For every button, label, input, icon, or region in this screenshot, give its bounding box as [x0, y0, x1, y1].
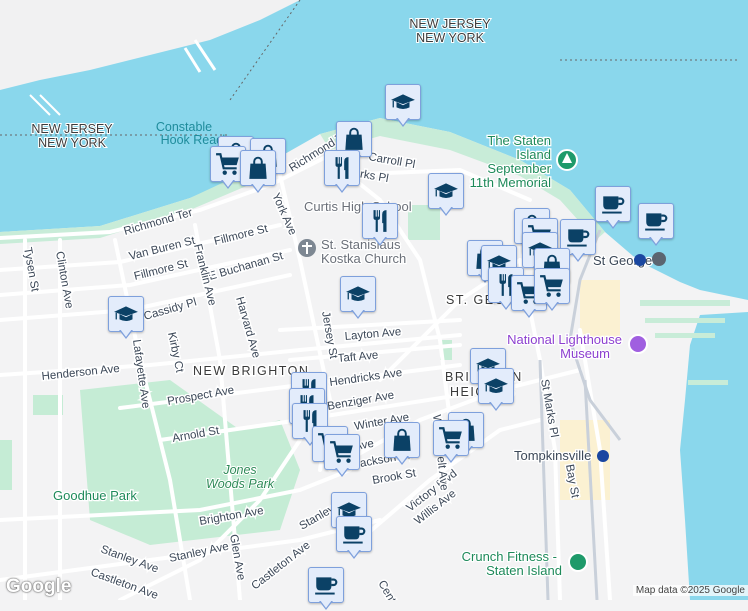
transit-icon [597, 450, 609, 462]
museum-icon [628, 334, 648, 354]
marker-pointer [319, 600, 333, 610]
svg-text:The Staten: The Staten [487, 133, 551, 148]
svg-text:Crunch Fitness -: Crunch Fitness - [462, 549, 557, 564]
jones-woods-park-label-2: Woods Park [206, 477, 275, 491]
restaurant-icon [362, 203, 398, 239]
gym-pin-icon [568, 552, 588, 572]
marker-pointer [545, 301, 559, 311]
state-label-ny-left: NEW YORK [38, 136, 106, 150]
marker-pointer [444, 453, 458, 463]
grocery-marker[interactable] [433, 420, 469, 464]
state-label-ny: NEW YORK [416, 31, 484, 45]
school-icon [428, 173, 464, 209]
marker-pointer [335, 467, 349, 477]
marker-pointer [351, 309, 365, 319]
marker-pointer [347, 549, 361, 559]
cafe-icon [638, 203, 674, 239]
restaurant-icon [324, 150, 360, 186]
svg-text:Staten Island: Staten Island [486, 563, 562, 578]
cafe-icon [595, 186, 631, 222]
marker-pointer [373, 236, 387, 246]
svg-text:September: September [487, 161, 551, 176]
grocery-icon [324, 434, 360, 470]
school-marker[interactable] [478, 368, 514, 412]
shop-marker[interactable] [384, 422, 420, 466]
svg-text:Island: Island [516, 147, 551, 162]
school-marker[interactable] [385, 84, 421, 128]
school-marker[interactable] [340, 276, 376, 320]
map-attribution[interactable]: Map data ©2025 Google [632, 585, 748, 596]
cafe-icon [308, 567, 344, 603]
cafe-marker[interactable] [595, 186, 631, 230]
svg-text:Museum: Museum [560, 346, 610, 361]
marker-pointer [606, 219, 620, 229]
restaurant-marker[interactable] [362, 203, 398, 247]
goodhue-park-label: Goodhue Park [53, 488, 137, 503]
svg-text:11th Memorial: 11th Memorial [470, 175, 552, 190]
school-icon [340, 276, 376, 312]
cafe-marker[interactable] [308, 567, 344, 611]
school-marker[interactable] [108, 296, 144, 340]
restaurant-marker[interactable] [324, 150, 360, 194]
school-icon [478, 368, 514, 404]
svg-text:National Lighthouse: National Lighthouse [507, 332, 622, 347]
marker-pointer [649, 236, 663, 246]
school-icon [108, 296, 144, 332]
shop-marker[interactable] [240, 150, 276, 194]
marker-pointer [489, 401, 503, 411]
google-logo: Google [6, 576, 72, 597]
shop-icon [384, 422, 420, 458]
ferry-icon [652, 252, 666, 266]
marker-pointer [396, 117, 410, 127]
school-marker[interactable] [428, 173, 464, 217]
state-label-nj-left: NEW JERSEY [31, 122, 113, 136]
marker-pointer [439, 206, 453, 216]
svg-text:Tompkinsville: Tompkinsville [514, 448, 591, 463]
school-icon [385, 84, 421, 120]
constable-hook-label: Constable [156, 120, 212, 134]
jones-woods-park-label: Jones [222, 463, 256, 477]
shop-icon [240, 150, 276, 186]
grocery-marker[interactable] [324, 434, 360, 478]
svg-text:Kostka Church: Kostka Church [321, 251, 406, 266]
grocery-marker[interactable] [534, 268, 570, 312]
transit-icon [634, 254, 646, 266]
grocery-icon [534, 268, 570, 304]
marker-pointer [335, 183, 349, 193]
grocery-icon [433, 420, 469, 456]
cafe-marker[interactable] [638, 203, 674, 247]
marker-pointer [251, 183, 265, 193]
cafe-icon [336, 516, 372, 552]
marker-pointer [395, 455, 409, 465]
marker-pointer [221, 179, 235, 189]
marker-pointer [571, 252, 585, 262]
state-label-nj: NEW JERSEY [409, 17, 491, 31]
marker-pointer [119, 329, 133, 339]
cafe-marker[interactable] [336, 516, 372, 560]
